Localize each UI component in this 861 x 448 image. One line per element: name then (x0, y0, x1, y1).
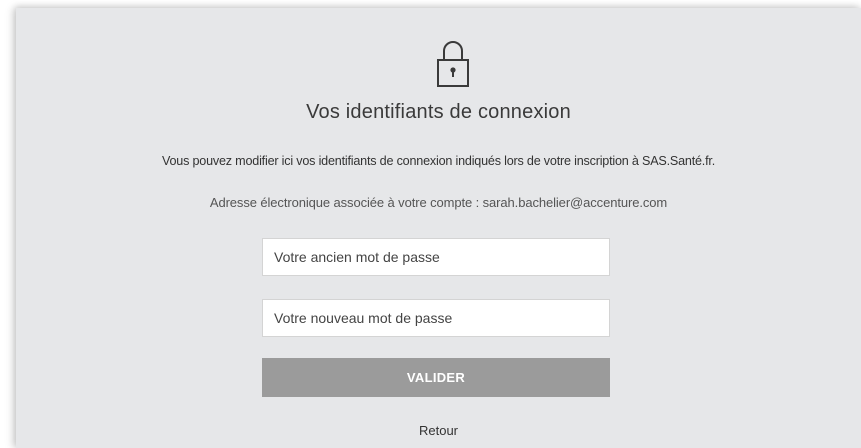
page-title: Vos identifiants de connexion (306, 101, 571, 123)
associated-email-text: Adresse électronique associée à votre co… (209, 195, 668, 210)
validate-button[interactable]: VALIDER (262, 358, 610, 397)
lock-icon (436, 38, 470, 90)
old-password-field[interactable] (262, 238, 610, 276)
back-link[interactable]: Retour (16, 423, 861, 438)
new-password-field[interactable] (262, 299, 610, 337)
page-description: Vous pouvez modifier ici vos identifiant… (161, 154, 716, 168)
credentials-card: Vos identifiants de connexion Vous pouve… (16, 8, 861, 448)
